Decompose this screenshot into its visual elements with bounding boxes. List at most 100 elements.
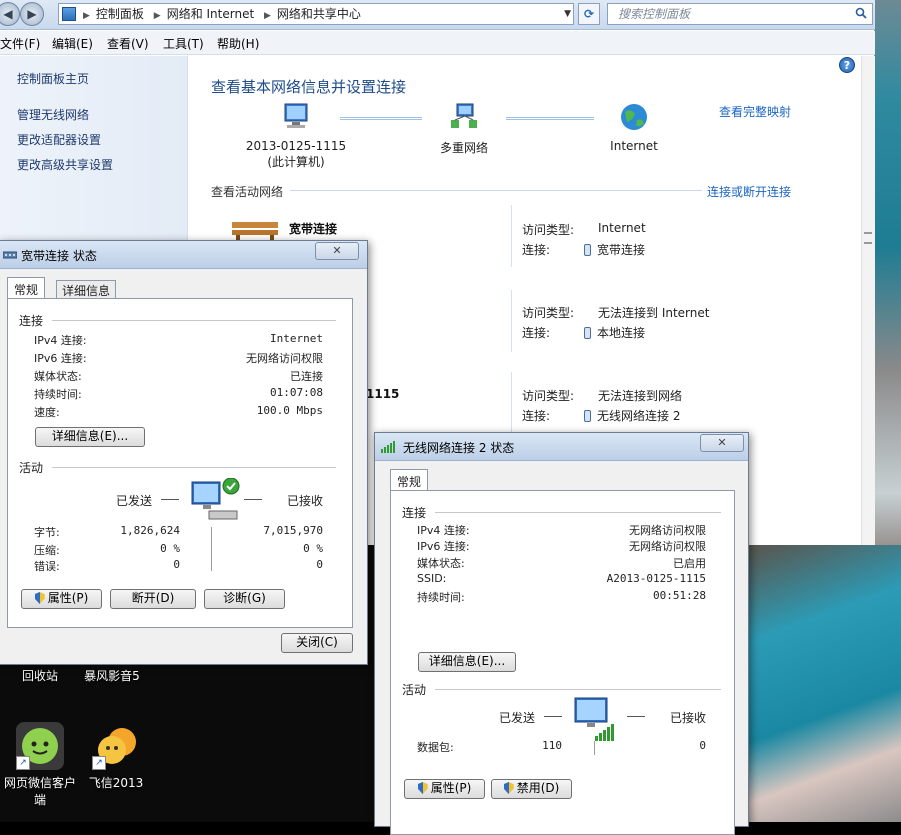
view-full-map-link[interactable]: 查看完整映射 [719,103,791,120]
dash-line [244,499,262,500]
errors-sent: 0 [173,558,180,571]
shortcut-arrow-icon: ↗ [16,756,30,770]
disconnect-button[interactable]: 断开(D) [110,589,196,609]
active-networks-header: 查看活动网络 [211,185,284,199]
control-panel-icon [62,7,76,21]
sidebar-item-manage-wireless[interactable]: 管理无线网络 [17,106,89,123]
button-label: 禁用(D) [516,781,560,795]
help-icon[interactable]: ? [839,57,855,73]
shortcut-arrow-icon: ↗ [92,756,106,770]
connection-plug-icon [584,327,591,339]
storm-player-icon[interactable]: 暴风影音5 [72,667,152,684]
refresh-button[interactable]: ⟳ [578,3,600,25]
media-state-value: 已启用 [673,557,706,570]
page-title: 查看基本网络信息并设置连接 [211,78,407,96]
node-name: 2013-0125-1115 [245,139,347,153]
ipv4-value: 无网络访问权限 [629,524,706,537]
details-button[interactable]: 详细信息(E)... [418,652,516,672]
breadcrumb-sharing-center[interactable]: 网络和共享中心 [277,7,361,21]
address-toolbar: ◀ ▶ ▶ 控制面板 ▶ 网络和 Internet ▶ 网络和共享中心 ▼ ⟳ 搜索控… [0,0,875,30]
connection-label: 连接: [522,243,551,257]
scrollbar-grip[interactable] [864,232,872,244]
duration-label: 持续时间: [34,388,82,401]
multiple-networks-icon [451,103,477,128]
properties-button[interactable]: 属性(P) [21,589,102,609]
received-label: 已接收 [287,494,324,508]
connection-name: 本地连接 [597,326,646,340]
sidebar-home-link[interactable]: 控制面板主页 [17,70,89,87]
node-sub: (此计算机) [267,155,325,169]
desktop-icon-label: 暴风影音5 [84,669,140,683]
computer-icon [284,103,308,128]
breadcrumb-network-internet[interactable]: 网络和 Internet [167,7,254,21]
section-rule [435,512,721,513]
tab-details[interactable]: 详细信息 [56,280,117,298]
ssid-label: SSID: [417,572,447,585]
speed-value: 100.0 Mbps [256,404,323,417]
connection-link-local[interactable]: 本地连接 [584,324,645,341]
uac-shield-icon [34,592,45,604]
access-type-label: 访问类型: [522,306,575,320]
column-divider [511,205,512,267]
connection-name: 无线网络连接 2 [597,409,681,423]
breadcrumb-arrow-icon: ▶ [83,11,90,21]
close-icon[interactable]: ✕ [315,242,359,260]
recycle-bin-icon[interactable]: 回收站 [0,667,80,684]
tab-general[interactable]: 常规 [7,277,46,299]
packets-sent: 110 [542,739,562,752]
network-node-computer[interactable]: 2013-0125-1115 (此计算机) [240,102,352,170]
details-button[interactable]: 详细信息(E)... [35,427,145,447]
desktop-icon-label: 飞信2013 [88,776,144,790]
search-input[interactable]: 搜索控制面板 [607,3,873,25]
diagnose-button[interactable]: 诊断(G) [204,589,285,609]
menu-help[interactable]: 帮助(H) [217,35,259,52]
forward-button[interactable]: ▶ [20,2,44,26]
dialog-titlebar[interactable]: 宽带连接 状态 ✕ [0,241,367,269]
menu-tools[interactable]: 工具(T) [163,35,204,52]
dialog-titlebar[interactable]: 无线网络连接 2 状态 ✕ [375,433,748,461]
connection-plug-icon [584,244,591,256]
breadcrumb-control-panel[interactable]: 控制面板 [96,7,144,21]
connection-label: 连接: [522,326,551,340]
sidebar-item-advanced-sharing[interactable]: 更改高级共享设置 [17,156,113,173]
ipv6-label: IPv6 连接: [34,352,87,365]
menu-edit[interactable]: 编辑(E) [52,35,93,52]
connect-disconnect-link[interactable]: 连接或断开连接 [707,183,791,200]
connection-link-wireless[interactable]: 无线网络连接 2 [584,407,680,424]
ipv6-value: 无网络访问权限 [629,540,706,553]
address-bar[interactable]: ▶ 控制面板 ▶ 网络和 Internet ▶ 网络和共享中心 ▼ [58,3,574,25]
duration-label: 持续时间: [417,591,465,604]
errors-received: 0 [316,558,323,571]
dialog-title: 宽带连接 状态 [21,249,97,263]
speed-label: 速度: [34,406,60,419]
uac-shield-icon [503,782,514,794]
menu-view[interactable]: 查看(V) [107,35,149,52]
chevron-down-icon[interactable]: ▼ [564,4,571,24]
activity-separator [594,741,595,755]
close-icon[interactable]: ✕ [700,434,744,452]
menu-file[interactable]: 文件(F) [0,35,40,52]
sidebar-item-adapter-settings[interactable]: 更改适配器设置 [17,131,101,148]
search-icon[interactable] [855,7,867,19]
network-node-multiple[interactable]: 多重网络 [426,102,502,156]
ipv4-value: Internet [270,332,323,345]
close-button[interactable]: 关闭(C) [281,633,353,653]
errors-label: 错误: [34,560,60,573]
network-name: 1115 [366,387,400,401]
fetion-shortcut[interactable]: ↗ 飞信2013 [76,722,156,791]
duration-value: 00:51:28 [653,589,706,602]
media-state-label: 媒体状态: [417,557,465,570]
button-label: 属性(P) [430,781,472,795]
wireless-signal-icon [381,441,395,453]
tab-general[interactable]: 常规 [390,469,429,491]
properties-button[interactable]: 属性(P) [404,779,485,799]
disable-button[interactable]: 禁用(D) [491,779,572,799]
menu-bar: 文件(F) 编辑(E) 查看(V) 工具(T) 帮助(H) [0,31,875,55]
dash-line [627,716,645,717]
wechat-web-client-shortcut[interactable]: ↗ 网页微信客户端 [0,722,80,808]
network-node-internet[interactable]: Internet [598,102,670,153]
back-button[interactable]: ◀ [0,2,20,26]
connection-link-broadband[interactable]: 宽带连接 [584,241,645,258]
section-connection: 连接 [19,314,44,328]
vertical-scrollbar[interactable] [861,56,875,545]
